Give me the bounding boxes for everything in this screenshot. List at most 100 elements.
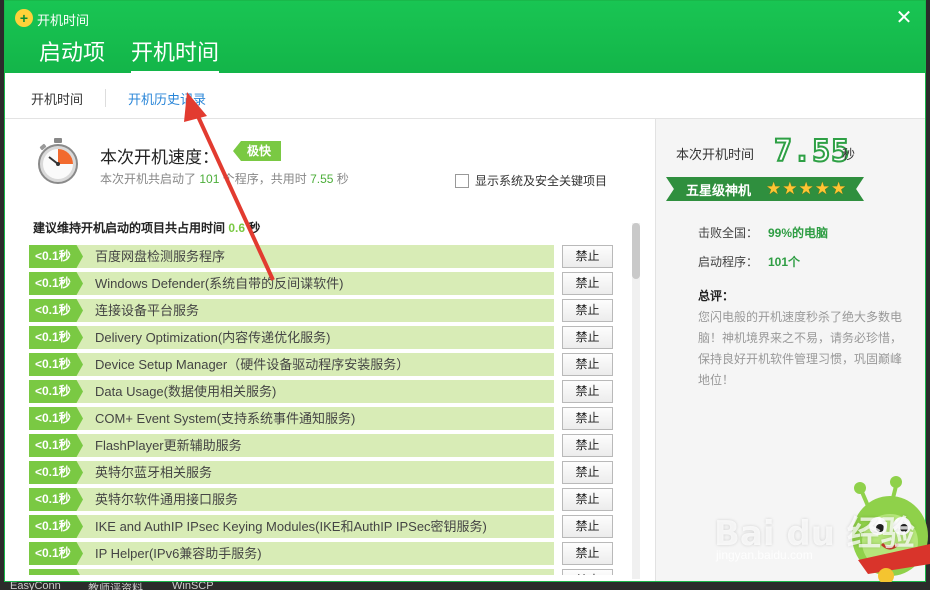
list-item: <0.1秒 百度网盘检测服务程序 禁止 [29,243,615,270]
disable-button[interactable]: 禁止 [562,245,613,268]
disable-button[interactable]: 禁止 [562,353,613,376]
time-badge: <0.1秒 [29,272,83,295]
boot-time-label: 本次开机时间 [676,147,755,162]
time-badge: <0.1秒 [29,380,83,403]
time-badge: <0.1秒 [29,353,83,376]
evaluation-label: 总评： [698,289,735,303]
list-item: <0.1秒 英特尔蓝牙相关服务 禁止 [29,459,615,486]
time-badge: <0.1秒 [29,515,83,538]
list-item: <0.1秒 英特尔软件通用接口服务 禁止 [29,486,615,513]
disable-button[interactable]: 禁止 [562,299,613,322]
speed-label: 本次开机速度： [100,148,219,167]
list-item: <0.1秒 连接设备平台服务 禁止 [29,297,615,324]
disable-button[interactable]: 禁止 [562,272,613,295]
subtab-boot-time[interactable]: 开机时间 [31,89,83,108]
list-item: <0.1秒 Data Usage(数据使用相关服务) 禁止 [29,378,615,405]
program-count: 101 [199,172,220,186]
disable-button[interactable]: 禁止 [562,488,613,511]
subtab-divider [105,89,106,107]
speed-description: 本次开机共启动了 101 个程序，共用时 7.55 秒 [100,170,349,187]
programs-label: 启动程序： [698,255,759,269]
list-item: <0.1秒 IKE and AuthIP IPsec Keying Module… [29,513,615,540]
desc-prefix: 本次开机共启动了 [100,172,197,186]
sub-tab-bar: 开机时间 开机历史记录 [5,73,925,119]
item-name: Data Usage(数据使用相关服务) [95,384,277,399]
startup-item-list: <0.1秒 百度网盘检测服务程序 禁止 <0.1秒 Windows Defend… [29,243,615,575]
disable-button[interactable]: 禁止 [562,461,613,484]
disable-button[interactable]: 禁止 [562,326,613,349]
time-badge: <0.1秒 [29,299,83,322]
tab-startup-items[interactable]: 启动项 [39,35,105,73]
taskbar-item[interactable]: EasyConn [10,582,61,590]
rank-text: 五星级神机 [686,182,752,198]
rank-ribbon: 五星级神机 ★★★★★ [666,177,864,201]
stopwatch-icon [38,138,78,184]
star-rating-icon: ★★★★★ [766,179,848,198]
list-item: <0.1秒 COM+ Event System(支持系统事件通知服务) 禁止 [29,405,615,432]
list-item: <0.1秒 Windows Defender(系统自带的反间谍软件) 禁止 [29,270,615,297]
list-heading-suffix: 秒 [248,221,261,235]
disable-button[interactable]: 禁止 [562,407,613,430]
item-name: Delivery Optimization(内容传递优化服务) [95,330,331,345]
beat-label: 击败全国： [698,226,759,240]
beat-value: 99%的电脑 [768,226,829,240]
disable-button[interactable]: 禁止 [562,380,613,403]
disable-button[interactable]: 禁止 [562,434,613,457]
evaluation-text: 您闪电般的开机速度秒杀了绝大多数电脑！神机境界来之不易，请务必珍惜，保持良好开机… [698,310,903,387]
item-name: 英特尔软件通用接口服务 [95,492,239,507]
window-title: 开机时间 [37,13,90,28]
item-name: Windows Defender(系统自带的反间谍软件) [95,276,344,291]
time-badge: <0.1秒 [29,326,83,349]
item-name: 连接设备平台服务 [95,303,200,318]
scrollbar-thumb[interactable] [632,223,640,279]
disable-button[interactable]: 禁止 [562,542,613,565]
item-name: IKE and AuthIP IPsec Keying Modules(IKE和… [95,519,487,534]
disable-button[interactable]: 禁止 [562,515,613,538]
boot-time-big-value: 7.55 [773,133,851,170]
app-window: + 开机时间 ✕ 启动项 开机时间 开机时间 开机历史记录 本次开机速度： 极快… [4,0,926,582]
list-item: <0.1秒 FlashPlayer更新辅助服务 禁止 [29,432,615,459]
list-heading: 建议维持开机启动的项目共占用时间 0.6 秒 [33,219,260,236]
checkbox-box[interactable] [455,173,469,188]
boot-time-value: 7.55 [310,172,334,186]
time-badge [29,569,83,575]
item-name: 百度网盘检测服务程序 [95,249,226,264]
time-badge: <0.1秒 [29,488,83,511]
time-badge: <0.1秒 [29,434,83,457]
main-tabs: 启动项 开机时间 [39,35,220,73]
boot-details-panel: 本次开机速度： 极快 本次开机共启动了 101 个程序，共用时 7.55 秒 显… [5,119,653,581]
taskbar: EasyConn 教师评资料 WinSCP [0,582,930,590]
time-badge: <0.1秒 [29,461,83,484]
boot-time-unit: 秒 [842,147,856,162]
list-heading-prefix: 建议维持开机启动的项目共占用时间 [33,221,226,235]
list-item: 禁止 [29,567,615,575]
watermark-url: jingyan.baidu.com [716,548,813,562]
list-item: <0.1秒 Device Setup Manager（硬件设备驱动程序安装服务）… [29,351,615,378]
desc-suffix: 秒 [336,172,349,186]
time-badge: <0.1秒 [29,542,83,565]
item-name: COM+ Event System(支持系统事件通知服务) [95,411,356,426]
subtab-boot-history[interactable]: 开机历史记录 [128,89,206,108]
desc-mid: 个程序，共用时 [222,172,307,186]
item-name: Device Setup Manager（硬件设备驱动程序安装服务） [95,357,410,372]
taskbar-item[interactable]: WinSCP [172,582,214,590]
tab-boot-time[interactable]: 开机时间 [131,35,220,73]
speed-badge: 极快 [233,141,282,161]
disable-button[interactable]: 禁止 [562,569,613,575]
item-name: IP Helper(IPv6兼容助手服务) [95,546,262,561]
list-item: <0.1秒 Delivery Optimization(内容传递优化服务) 禁止 [29,324,615,351]
close-button[interactable]: ✕ [893,7,915,29]
time-badge: <0.1秒 [29,407,83,430]
item-name: FlashPlayer更新辅助服务 [95,438,242,453]
list-item: <0.1秒 IP Helper(IPv6兼容助手服务) 禁止 [29,540,615,567]
list-scrollbar[interactable] [632,223,640,579]
taskbar-item[interactable]: 教师评资料 [88,582,143,590]
list-heading-value: 0.6 [228,221,246,235]
title-bar: + 开机时间 ✕ 启动项 开机时间 [5,1,925,73]
row-bar [29,569,554,575]
show-system-checkbox[interactable]: 显示系统及安全关键项目 [455,172,607,189]
programs-value: 101个 [768,255,801,269]
time-badge: <0.1秒 [29,245,83,268]
show-system-label: 显示系统及安全关键项目 [475,174,608,188]
item-name: 英特尔蓝牙相关服务 [95,465,213,480]
